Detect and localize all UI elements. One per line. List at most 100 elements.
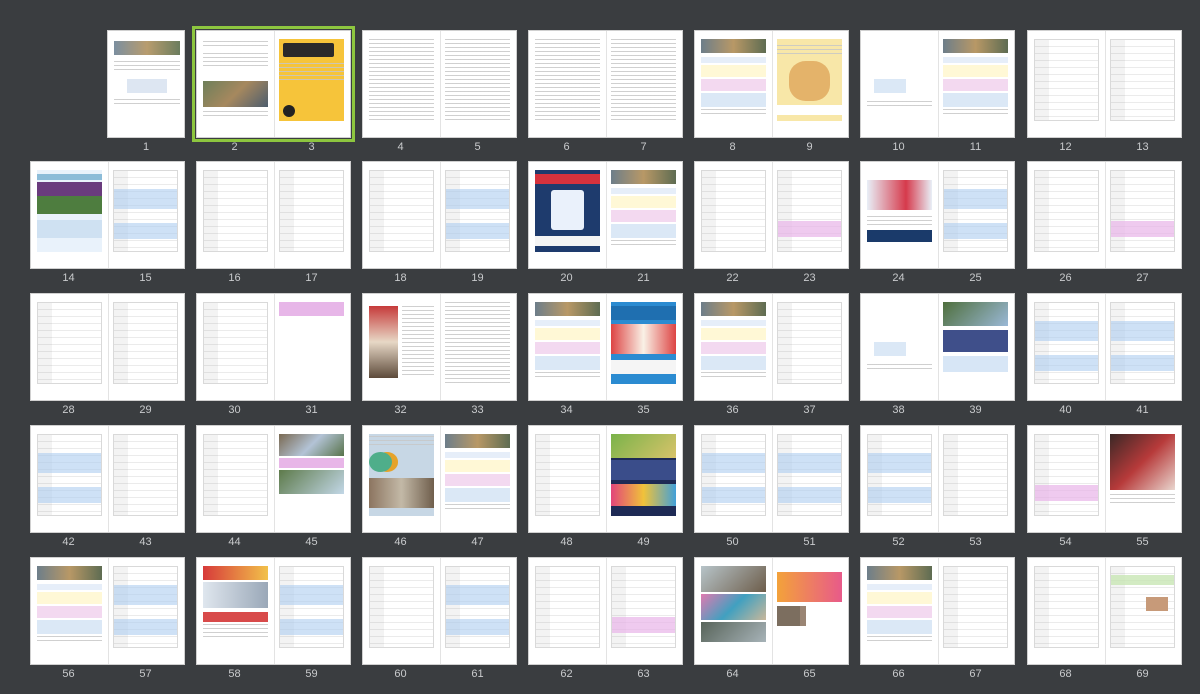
page-spread[interactable] — [30, 557, 185, 665]
page-thumbnail[interactable] — [861, 426, 938, 532]
page-thumbnail[interactable] — [107, 294, 184, 400]
page-thumbnail[interactable] — [273, 426, 350, 532]
page-thumbnail[interactable] — [439, 31, 516, 137]
page-spread[interactable] — [694, 293, 849, 401]
page-thumbnail[interactable] — [937, 31, 1014, 137]
page-spread[interactable] — [196, 161, 351, 269]
page-thumbnail[interactable] — [197, 294, 274, 400]
page-spread[interactable] — [860, 557, 1015, 665]
page-thumbnail[interactable] — [1028, 31, 1105, 137]
page-thumbnail[interactable] — [605, 558, 682, 664]
page-spread[interactable] — [860, 30, 1015, 138]
page-thumbnail[interactable] — [363, 294, 440, 400]
page-thumbnail[interactable] — [771, 426, 848, 532]
page-thumbnail[interactable] — [937, 294, 1014, 400]
page-thumbnail[interactable] — [273, 162, 350, 268]
page-thumbnail[interactable] — [529, 558, 606, 664]
page-thumbnail[interactable] — [1028, 558, 1105, 664]
page-spread[interactable] — [30, 425, 185, 533]
page-spread[interactable] — [1027, 161, 1182, 269]
page-spread[interactable] — [30, 161, 185, 269]
page-thumbnail[interactable] — [937, 162, 1014, 268]
page-thumbnail[interactable] — [439, 426, 516, 532]
page-thumbnail[interactable] — [1104, 558, 1181, 664]
page-thumbnail[interactable] — [695, 294, 772, 400]
page-spread[interactable] — [196, 557, 351, 665]
page-spread[interactable] — [362, 557, 517, 665]
page-thumbnail[interactable] — [605, 31, 682, 137]
page-thumbnail[interactable] — [1028, 294, 1105, 400]
page-spread[interactable] — [107, 30, 185, 138]
page-thumbnail[interactable] — [529, 294, 606, 400]
page-thumbnail[interactable] — [695, 162, 772, 268]
page-thumbnail[interactable] — [363, 162, 440, 268]
page-thumbnail[interactable] — [363, 426, 440, 532]
page-thumbnail[interactable] — [529, 426, 606, 532]
page-thumbnail[interactable] — [605, 294, 682, 400]
page-thumbnail[interactable] — [937, 558, 1014, 664]
page-thumbnail[interactable] — [529, 162, 606, 268]
page-thumbnail[interactable] — [31, 426, 108, 532]
page-spread[interactable] — [528, 30, 683, 138]
page-spread[interactable] — [528, 425, 683, 533]
page-thumbnail[interactable] — [771, 31, 848, 137]
page-thumbnail[interactable] — [1104, 294, 1181, 400]
page-thumbnail[interactable] — [1028, 162, 1105, 268]
page-thumbnail[interactable] — [861, 162, 938, 268]
page-spread[interactable] — [528, 557, 683, 665]
page-spread[interactable] — [694, 161, 849, 269]
page-thumbnail[interactable] — [1028, 426, 1105, 532]
page-thumbnail[interactable] — [439, 162, 516, 268]
page-thumbnail[interactable] — [363, 31, 440, 137]
page-spread[interactable] — [860, 425, 1015, 533]
page-thumbnail[interactable] — [31, 162, 108, 268]
page-thumbnail[interactable] — [529, 31, 606, 137]
page-thumbnail[interactable] — [197, 162, 274, 268]
page-thumbnail[interactable] — [107, 162, 184, 268]
page-spread[interactable] — [362, 30, 517, 138]
page-thumbnail[interactable] — [605, 426, 682, 532]
page-spread[interactable] — [192, 26, 355, 142]
page-thumbnail[interactable] — [439, 294, 516, 400]
page-thumbnail[interactable] — [771, 294, 848, 400]
page-spread[interactable] — [860, 161, 1015, 269]
page-spread[interactable] — [196, 293, 351, 401]
page-spread[interactable] — [1027, 30, 1182, 138]
page-thumbnail[interactable] — [1104, 426, 1181, 532]
page-thumbnail[interactable] — [273, 294, 350, 400]
page-thumbnail[interactable] — [439, 558, 516, 664]
page-thumbnail[interactable] — [107, 426, 184, 532]
page-thumbnail[interactable] — [861, 294, 938, 400]
page-thumbnail[interactable] — [605, 162, 682, 268]
page-thumbnail[interactable] — [937, 426, 1014, 532]
page-thumbnail[interactable] — [31, 558, 108, 664]
page-thumbnail[interactable] — [695, 426, 772, 532]
page-thumbnail[interactable] — [1104, 162, 1181, 268]
page-spread[interactable] — [860, 293, 1015, 401]
page-thumbnail[interactable] — [861, 31, 938, 137]
page-spread[interactable] — [362, 293, 517, 401]
page-spread[interactable] — [196, 425, 351, 533]
page-thumbnail[interactable] — [273, 558, 350, 664]
page-spread[interactable] — [362, 425, 517, 533]
page-spread[interactable] — [30, 293, 185, 401]
page-thumbnail[interactable] — [861, 558, 938, 664]
page-thumbnail[interactable] — [197, 426, 274, 532]
page-spread[interactable] — [1027, 293, 1182, 401]
page-spread[interactable] — [694, 30, 849, 138]
page-spread[interactable] — [1027, 557, 1182, 665]
page-thumbnail[interactable] — [31, 294, 108, 400]
page-spread[interactable] — [694, 425, 849, 533]
page-thumbnail[interactable] — [273, 31, 350, 137]
page-thumbnail[interactable] — [108, 31, 186, 137]
page-thumbnail[interactable] — [197, 31, 274, 137]
page-spread[interactable] — [362, 161, 517, 269]
page-spread[interactable] — [1027, 425, 1182, 533]
page-thumbnail[interactable] — [363, 558, 440, 664]
page-thumbnail[interactable] — [1104, 31, 1181, 137]
page-thumbnail[interactable] — [197, 558, 274, 664]
page-thumbnail[interactable] — [771, 558, 848, 664]
page-spread[interactable] — [528, 161, 683, 269]
page-thumbnail[interactable] — [695, 558, 772, 664]
page-thumbnail[interactable] — [695, 31, 772, 137]
